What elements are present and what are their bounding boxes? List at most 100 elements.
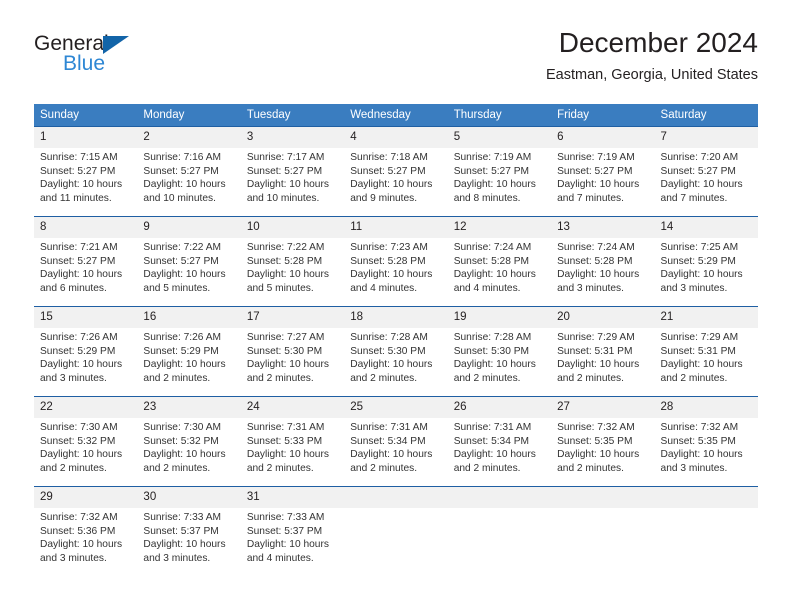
- calendar-day-cell[interactable]: 16 Sunrise: 7:26 AM Sunset: 5:29 PM Dayligh…: [137, 306, 241, 396]
- calendar-week-row: 15 Sunrise: 7:26 AM Sunset: 5:29 PM Dayligh…: [34, 306, 758, 396]
- sunset-text: Sunset: 5:28 PM: [350, 255, 426, 267]
- day-details: Sunrise: 7:21 AM Sunset: 5:27 PM Daylight:…: [34, 238, 137, 295]
- daylight-text-line2: and 3 minutes.: [557, 282, 624, 294]
- sunrise-text: Sunrise: 7:16 AM: [143, 152, 222, 163]
- calendar-day-cell[interactable]: 10 Sunrise: 7:22 AM Sunset: 5:28 PM Dayligh…: [240, 216, 345, 306]
- sunrise-text: Sunrise: 7:25 AM: [660, 242, 739, 253]
- day-details: Sunrise: 7:32 AM Sunset: 5:35 PM Daylight:…: [655, 418, 758, 475]
- day-cell-inner: 21 Sunrise: 7:29 AM Sunset: 5:31 PM Dayligh…: [654, 306, 758, 396]
- daylight-text-line2: and 2 minutes.: [453, 372, 521, 384]
- sunset-text: Sunset: 5:28 PM: [557, 255, 633, 267]
- sunset-text: Sunset: 5:27 PM: [40, 165, 116, 177]
- day-number: 8: [34, 217, 138, 238]
- daylight-text-line2: and 3 minutes.: [660, 462, 728, 474]
- calendar-week-row: 1 Sunrise: 7:15 AM Sunset: 5:27 PM Daylight…: [34, 126, 758, 216]
- day-details: Sunrise: 7:27 AM Sunset: 5:30 PM Daylight:…: [241, 328, 344, 385]
- calendar-day-cell[interactable]: 29 Sunrise: 7:32 AM Sunset: 5:36 PM Dayligh…: [34, 486, 138, 576]
- day-number: 27: [551, 397, 655, 418]
- day-number: 21: [654, 307, 758, 328]
- sunset-text: Sunset: 5:35 PM: [557, 435, 633, 447]
- daylight-text-line1: Daylight: 10 hours: [660, 359, 743, 371]
- calendar-day-cell[interactable]: 20 Sunrise: 7:29 AM Sunset: 5:31 PM Dayligh…: [551, 306, 655, 396]
- day-number: 2: [137, 127, 241, 148]
- calendar-day-cell[interactable]: 11 Sunrise: 7:23 AM Sunset: 5:28 PM Dayligh…: [344, 216, 448, 306]
- day-details: Sunrise: 7:29 AM Sunset: 5:31 PM Daylight:…: [655, 328, 758, 385]
- calendar-day-cell[interactable]: 21 Sunrise: 7:29 AM Sunset: 5:31 PM Dayligh…: [654, 306, 758, 396]
- calendar-day-cell-empty: [344, 486, 448, 576]
- calendar-day-cell[interactable]: 12 Sunrise: 7:24 AM Sunset: 5:28 PM Dayligh…: [447, 216, 552, 306]
- page-title: December 2024: [558, 27, 758, 58]
- calendar-week-row: 8 Sunrise: 7:21 AM Sunset: 5:27 PM Daylight…: [34, 216, 758, 306]
- calendar-day-cell[interactable]: 3 Sunrise: 7:17 AM Sunset: 5:27 PM Daylight…: [240, 126, 345, 216]
- daylight-text-line1: Daylight: 10 hours: [350, 269, 433, 281]
- calendar-day-cell-empty: [551, 486, 655, 576]
- sunrise-text: Sunrise: 7:22 AM: [246, 242, 325, 253]
- day-number: 26: [447, 397, 552, 418]
- calendar-day-cell[interactable]: 8 Sunrise: 7:21 AM Sunset: 5:27 PM Daylight…: [34, 216, 138, 306]
- daylight-text-line2: and 3 minutes.: [143, 552, 211, 564]
- calendar-day-cell[interactable]: 6 Sunrise: 7:19 AM Sunset: 5:27 PM Daylight…: [551, 126, 655, 216]
- daylight-text-line1: Daylight: 10 hours: [246, 449, 329, 461]
- calendar-day-cell[interactable]: 17 Sunrise: 7:27 AM Sunset: 5:30 PM Dayligh…: [240, 306, 345, 396]
- calendar-day-cell[interactable]: 18 Sunrise: 7:28 AM Sunset: 5:30 PM Dayligh…: [344, 306, 448, 396]
- calendar-day-cell[interactable]: 19 Sunrise: 7:28 AM Sunset: 5:30 PM Dayligh…: [447, 306, 552, 396]
- day-details: Sunrise: 7:25 AM Sunset: 5:29 PM Daylight:…: [655, 238, 758, 295]
- daylight-text-line2: and 9 minutes.: [350, 192, 418, 204]
- calendar-day-cell[interactable]: 25 Sunrise: 7:31 AM Sunset: 5:34 PM Dayligh…: [344, 396, 448, 486]
- day-details: Sunrise: 7:24 AM Sunset: 5:28 PM Daylight:…: [448, 238, 551, 295]
- daylight-text-line2: and 2 minutes.: [40, 462, 107, 474]
- day-details: Sunrise: 7:31 AM Sunset: 5:33 PM Daylight:…: [241, 418, 344, 475]
- day-cell-inner: 12 Sunrise: 7:24 AM Sunset: 5:28 PM Dayligh…: [447, 216, 552, 306]
- calendar-day-cell[interactable]: 4 Sunrise: 7:18 AM Sunset: 5:27 PM Daylight…: [344, 126, 448, 216]
- sunset-text: Sunset: 5:30 PM: [350, 345, 426, 357]
- brand-logo[interactable]: General Blue: [34, 32, 154, 78]
- day-details: Sunrise: 7:22 AM Sunset: 5:27 PM Daylight:…: [137, 238, 240, 295]
- calendar-day-cell[interactable]: 14 Sunrise: 7:25 AM Sunset: 5:29 PM Dayligh…: [654, 216, 758, 306]
- day-cell-inner: 6 Sunrise: 7:19 AM Sunset: 5:27 PM Daylight…: [551, 126, 655, 216]
- calendar-day-cell[interactable]: 24 Sunrise: 7:31 AM Sunset: 5:33 PM Dayligh…: [240, 396, 345, 486]
- day-cell-inner: 22 Sunrise: 7:30 AM Sunset: 5:32 PM Dayligh…: [34, 396, 138, 486]
- day-details: Sunrise: 7:19 AM Sunset: 5:27 PM Daylight:…: [448, 148, 551, 205]
- daylight-text-line2: and 8 minutes.: [453, 192, 521, 204]
- sunrise-text: Sunrise: 7:32 AM: [557, 422, 635, 433]
- calendar-day-cell[interactable]: 28 Sunrise: 7:32 AM Sunset: 5:35 PM Dayligh…: [654, 396, 758, 486]
- sunset-text: Sunset: 5:30 PM: [453, 345, 530, 357]
- daylight-text-line2: and 10 minutes.: [246, 192, 320, 204]
- calendar-day-cell[interactable]: 27 Sunrise: 7:32 AM Sunset: 5:35 PM Dayligh…: [551, 396, 655, 486]
- daylight-text-line1: Daylight: 10 hours: [143, 269, 226, 281]
- sunrise-text: Sunrise: 7:19 AM: [453, 152, 532, 163]
- weekday-header-saturday: Saturday: [654, 104, 758, 126]
- weekday-header-thursday: Thursday: [447, 104, 552, 126]
- day-number: 17: [240, 307, 345, 328]
- day-details: Sunrise: 7:26 AM Sunset: 5:29 PM Daylight:…: [34, 328, 137, 385]
- daylight-text-line1: Daylight: 10 hours: [143, 179, 226, 191]
- calendar-day-cell[interactable]: 7 Sunrise: 7:20 AM Sunset: 5:27 PM Daylight…: [654, 126, 758, 216]
- calendar-day-cell[interactable]: 30 Sunrise: 7:33 AM Sunset: 5:37 PM Dayligh…: [137, 486, 241, 576]
- day-cell-inner: 20 Sunrise: 7:29 AM Sunset: 5:31 PM Dayligh…: [551, 306, 655, 396]
- calendar-day-cell[interactable]: 13 Sunrise: 7:24 AM Sunset: 5:28 PM Dayligh…: [551, 216, 655, 306]
- calendar-day-cell[interactable]: 23 Sunrise: 7:30 AM Sunset: 5:32 PM Dayligh…: [137, 396, 241, 486]
- day-cell-inner: 29 Sunrise: 7:32 AM Sunset: 5:36 PM Dayligh…: [34, 486, 138, 576]
- day-details: Sunrise: 7:16 AM Sunset: 5:27 PM Daylight:…: [137, 148, 240, 205]
- calendar-day-cell[interactable]: 22 Sunrise: 7:30 AM Sunset: 5:32 PM Dayligh…: [34, 396, 138, 486]
- day-number: 15: [34, 307, 138, 328]
- calendar-day-cell[interactable]: 5 Sunrise: 7:19 AM Sunset: 5:27 PM Daylight…: [447, 126, 552, 216]
- title-block: December 2024 Eastman, Georgia, United S…: [546, 26, 758, 84]
- calendar-day-cell[interactable]: 1 Sunrise: 7:15 AM Sunset: 5:27 PM Daylight…: [34, 126, 138, 216]
- calendar-day-cell[interactable]: 31 Sunrise: 7:33 AM Sunset: 5:37 PM Dayligh…: [240, 486, 345, 576]
- daylight-text-line2: and 2 minutes.: [143, 462, 211, 474]
- sunset-text: Sunset: 5:27 PM: [40, 255, 116, 267]
- calendar-day-cell[interactable]: 15 Sunrise: 7:26 AM Sunset: 5:29 PM Dayligh…: [34, 306, 138, 396]
- day-details: Sunrise: 7:20 AM Sunset: 5:27 PM Daylight:…: [655, 148, 758, 205]
- day-details: Sunrise: 7:19 AM Sunset: 5:27 PM Daylight:…: [551, 148, 654, 205]
- calendar-day-cell[interactable]: 9 Sunrise: 7:22 AM Sunset: 5:27 PM Daylight…: [137, 216, 241, 306]
- sunrise-text: Sunrise: 7:22 AM: [143, 242, 222, 253]
- weekday-header-friday: Friday: [551, 104, 655, 126]
- calendar-day-cell[interactable]: 26 Sunrise: 7:31 AM Sunset: 5:34 PM Dayligh…: [447, 396, 552, 486]
- sunrise-text: Sunrise: 7:26 AM: [40, 332, 118, 343]
- daylight-text-line2: and 2 minutes.: [557, 372, 624, 384]
- calendar-day-cell[interactable]: 2 Sunrise: 7:16 AM Sunset: 5:27 PM Daylight…: [137, 126, 241, 216]
- sunrise-text: Sunrise: 7:31 AM: [453, 422, 532, 433]
- calendar-page: General Blue December 2024 Eastman, Geor…: [0, 0, 792, 612]
- day-number: 10: [240, 217, 345, 238]
